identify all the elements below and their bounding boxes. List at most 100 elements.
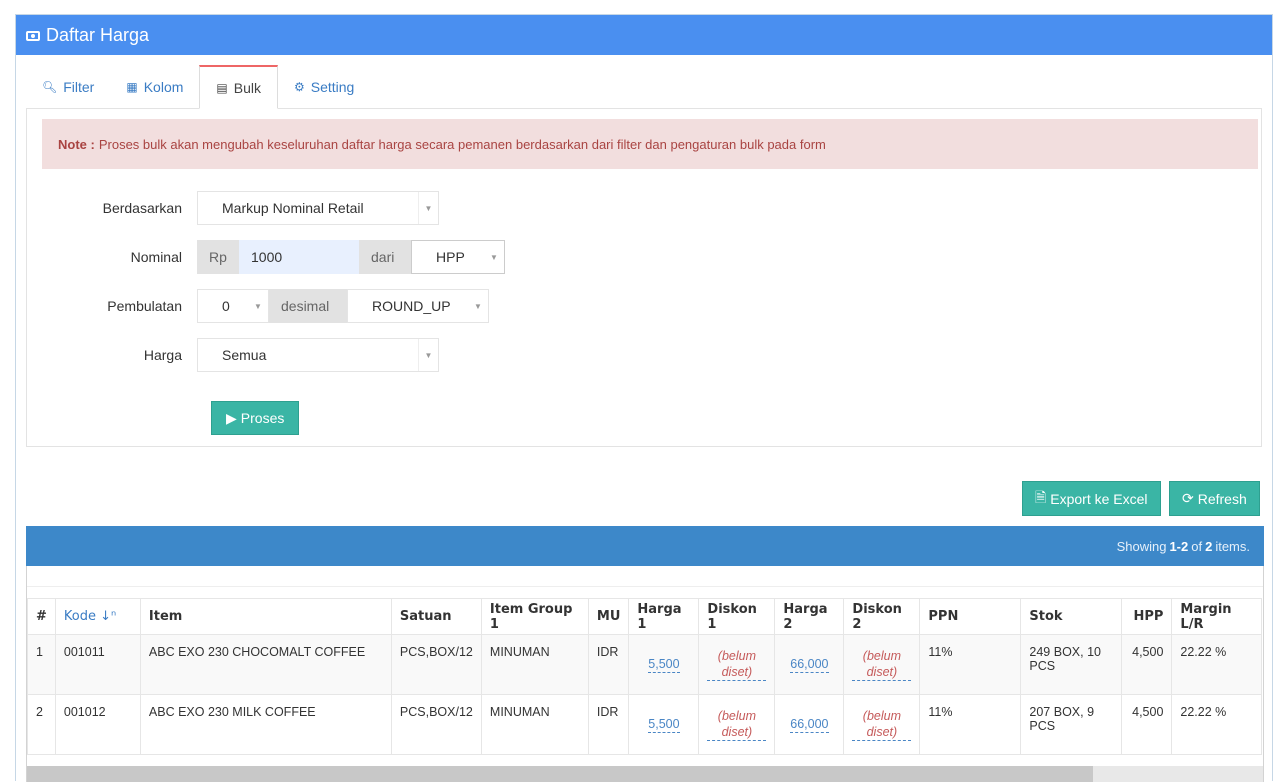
cell-diskon1: (belum diset) bbox=[698, 694, 776, 755]
nominal-row: Nominal Rp 1000 dari HPP ▼ bbox=[27, 240, 505, 274]
cell-stok: 249 BOX, 10 PCS bbox=[1020, 634, 1123, 695]
caret-down-icon: ▼ bbox=[490, 252, 498, 262]
alert-text: Proses bulk akan mengubah keseluruhan da… bbox=[98, 136, 826, 152]
export-excel-button[interactable]: 🗎︎ Export ke Excel bbox=[1022, 481, 1161, 516]
bulk-tab-content: Note : Proses bulk akan mengubah keselur… bbox=[26, 108, 1262, 447]
summary-prefix: Showing bbox=[1116, 538, 1167, 554]
cell-kode: 001011 bbox=[54, 634, 141, 695]
cell-harga1: 5,500 bbox=[628, 634, 700, 695]
rounding-mode-value: ROUND_UP bbox=[372, 298, 451, 314]
panel-title: Daftar Harga bbox=[46, 24, 150, 45]
price-grid: # Kode ↓ⁿ Item Satuan Item Group 1 MU Ha… bbox=[26, 566, 1264, 782]
tab-bar: 🔍︎ Filter ▦ Kolom ▤ Bulk ⚙ Setting bbox=[26, 65, 370, 109]
refresh-icon: ⟳ bbox=[1182, 490, 1194, 506]
summary-range: 1-2 bbox=[1169, 538, 1189, 554]
tab-label: Kolom bbox=[143, 79, 184, 95]
table-icon: ▦ bbox=[126, 80, 138, 94]
diskon1-editable[interactable]: (belum diset) bbox=[707, 648, 767, 681]
col-kode[interactable]: Kode ↓ⁿ bbox=[54, 598, 141, 635]
harga-row: Harga Semua ▼ bbox=[27, 338, 439, 372]
col-margin: Margin L/R bbox=[1171, 598, 1263, 635]
cogs-icon: ⚙ bbox=[293, 80, 305, 94]
cell-ppn: 11% bbox=[919, 634, 1022, 695]
search-icon: 🔍︎ bbox=[42, 80, 58, 94]
caret-down-icon: ▼ bbox=[418, 339, 438, 371]
harga2-editable[interactable]: 66,000 bbox=[790, 716, 829, 733]
rounding-mode-select[interactable]: ROUND_UP ▼ bbox=[347, 289, 489, 323]
col-satuan: Satuan bbox=[390, 598, 482, 635]
col-hpp: HPP bbox=[1121, 598, 1173, 635]
tab-filter[interactable]: 🔍︎ Filter bbox=[26, 65, 110, 109]
caret-down-icon: ▼ bbox=[254, 301, 262, 311]
col-kode-label: Kode bbox=[63, 609, 96, 624]
excel-file-icon: 🗎︎ bbox=[1035, 488, 1047, 505]
cell-mu: IDR bbox=[587, 634, 630, 695]
cell-stok: 207 BOX, 9 PCS bbox=[1020, 694, 1123, 755]
col-stok: Stok bbox=[1020, 598, 1123, 635]
export-label: Export ke Excel bbox=[1050, 490, 1148, 507]
tab-label: Bulk bbox=[233, 79, 261, 96]
tab-setting[interactable]: ⚙ Setting bbox=[278, 65, 370, 109]
tab-bulk[interactable]: ▤ Bulk bbox=[199, 65, 278, 109]
harga-value: Semua bbox=[222, 347, 267, 363]
harga2-editable[interactable]: 66,000 bbox=[790, 656, 829, 673]
horizontal-scrollbar[interactable] bbox=[27, 766, 1263, 782]
price-list-panel: Daftar Harga 🔍︎ Filter ▦ Kolom ▤ Bulk ⚙ … bbox=[15, 14, 1273, 782]
proses-label: Proses bbox=[240, 410, 285, 426]
dari-select[interactable]: HPP ▼ bbox=[411, 240, 505, 274]
table-row: 2 001012 ABC EXO 230 MILK COFFEE PCS,BOX… bbox=[27, 694, 1263, 755]
tab-kolom[interactable]: ▦ Kolom bbox=[110, 65, 199, 109]
cell-harga1: 5,500 bbox=[628, 694, 700, 755]
cell-item: ABC EXO 230 MILK COFFEE bbox=[139, 694, 392, 755]
table-header-row: # Kode ↓ⁿ Item Satuan Item Group 1 MU Ha… bbox=[27, 598, 1263, 635]
grid-summary-bar: Showing 1-2 of 2 items. bbox=[26, 526, 1264, 566]
pembulatan-label: Pembulatan bbox=[107, 298, 182, 314]
sort-alpha-icon: ↓ⁿ bbox=[100, 609, 117, 624]
diskon2-editable[interactable]: (belum diset) bbox=[852, 648, 912, 681]
cell-diskon1: (belum diset) bbox=[698, 634, 776, 695]
cell-satuan: PCS,BOX/12 bbox=[390, 694, 482, 755]
refresh-button[interactable]: ⟳ Refresh bbox=[1169, 481, 1260, 516]
money-icon bbox=[26, 31, 40, 41]
currency-addon: Rp bbox=[197, 240, 239, 274]
cell-diskon2: (belum diset) bbox=[843, 694, 921, 755]
decimal-select[interactable]: 0 ▼ bbox=[197, 289, 269, 323]
harga-select[interactable]: Semua ▼ bbox=[197, 338, 439, 372]
cell-margin: 22.22 % bbox=[1171, 694, 1263, 755]
diskon2-editable[interactable]: (belum diset) bbox=[852, 708, 912, 741]
proses-button[interactable]: ▶ Proses bbox=[211, 401, 300, 435]
col-harga2: Harga 2 bbox=[774, 598, 845, 635]
panel-heading: Daftar Harga bbox=[16, 15, 1272, 55]
diskon1-editable[interactable]: (belum diset) bbox=[707, 708, 767, 741]
cell-kode: 001012 bbox=[54, 694, 141, 755]
col-ppn: PPN bbox=[919, 598, 1022, 635]
caret-down-icon: ▼ bbox=[418, 192, 438, 224]
summary-of: of bbox=[1191, 538, 1203, 554]
desimal-addon: desimal bbox=[269, 289, 347, 323]
scrollbar-thumb[interactable] bbox=[27, 766, 1093, 782]
cell-hpp: 4,500 bbox=[1121, 634, 1173, 695]
col-item: Item bbox=[139, 598, 392, 635]
nominal-input[interactable]: 1000 bbox=[239, 240, 359, 274]
col-harga1: Harga 1 bbox=[628, 598, 700, 635]
dari-addon: dari bbox=[359, 240, 411, 274]
price-table: # Kode ↓ⁿ Item Satuan Item Group 1 MU Ha… bbox=[27, 598, 1263, 755]
berdasarkan-select[interactable]: Markup Nominal Retail ▼ bbox=[197, 191, 439, 225]
summary-total: 2 bbox=[1205, 538, 1213, 554]
cell-satuan: PCS,BOX/12 bbox=[390, 634, 482, 695]
cell-group: MINUMAN bbox=[480, 694, 589, 755]
cell-harga2: 66,000 bbox=[774, 694, 845, 755]
table-row: 1 001011 ABC EXO 230 CHOCOMALT COFFEE PC… bbox=[27, 634, 1263, 695]
cell-hpp: 4,500 bbox=[1121, 694, 1173, 755]
window-icon: ▤ bbox=[216, 80, 228, 95]
harga-label: Harga bbox=[143, 347, 182, 363]
cell-margin: 22.22 % bbox=[1171, 634, 1263, 695]
nominal-label: Nominal bbox=[130, 249, 182, 265]
harga1-editable[interactable]: 5,500 bbox=[648, 656, 680, 673]
col-no: # bbox=[27, 598, 56, 635]
tab-label: Setting bbox=[310, 79, 355, 95]
harga1-editable[interactable]: 5,500 bbox=[648, 716, 680, 733]
tab-label: Filter bbox=[63, 79, 95, 95]
berdasarkan-row: Berdasarkan Markup Nominal Retail ▼ bbox=[27, 191, 439, 225]
alert-label: Note : bbox=[58, 136, 95, 152]
